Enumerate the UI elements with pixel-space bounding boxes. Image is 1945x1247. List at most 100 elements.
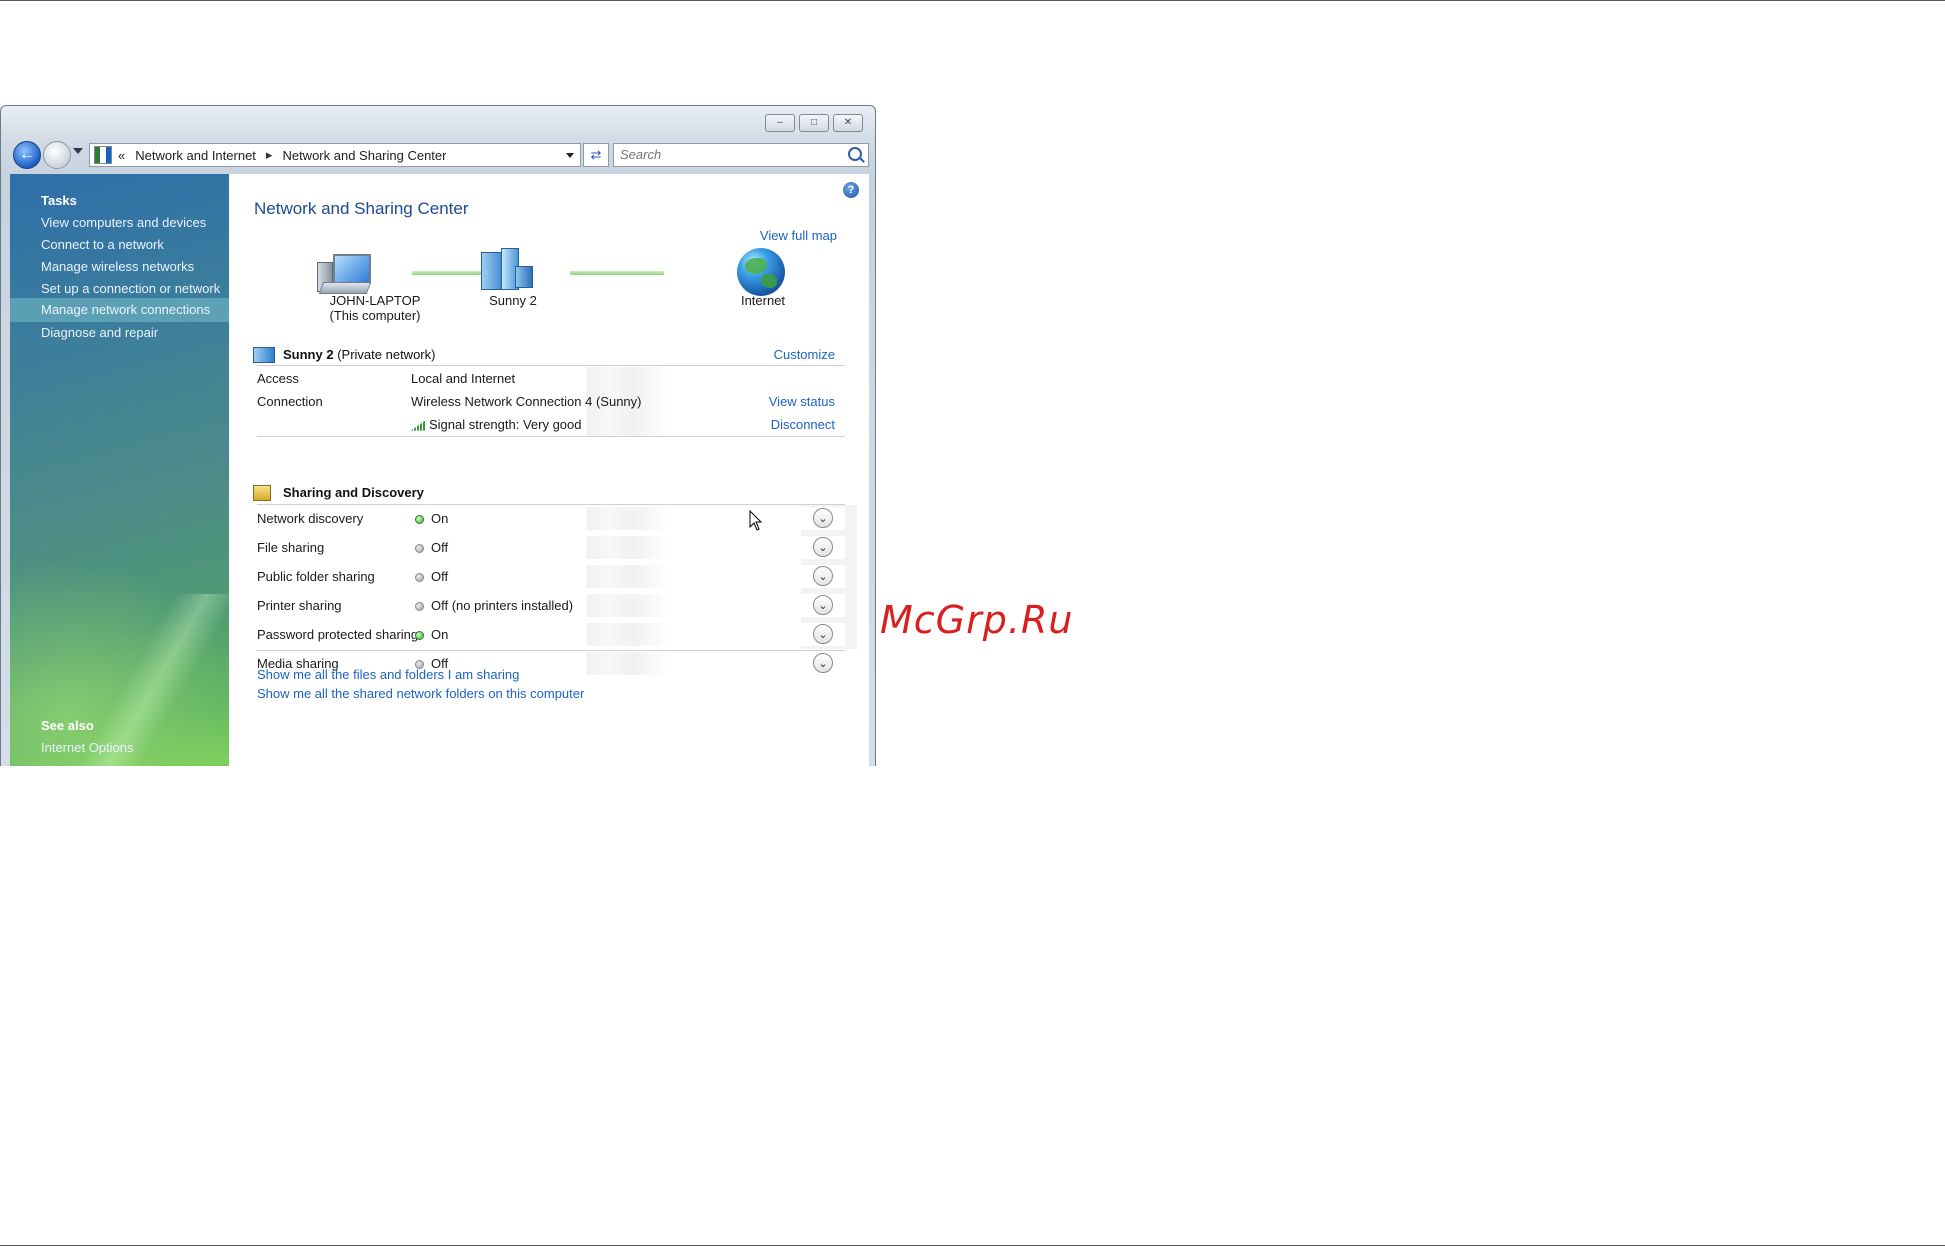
search-input[interactable] <box>614 144 836 164</box>
expand-chevron-icon[interactable]: ⌄ <box>813 566 833 586</box>
help-icon[interactable]: ? <box>843 182 859 198</box>
bottom-rule <box>0 1245 1945 1246</box>
refresh-icon: ⇄ <box>590 147 602 162</box>
divider <box>257 436 845 437</box>
sidebar-item-manage-connections[interactable]: Manage network connections <box>10 298 229 322</box>
computer-name: JOHN-LAPTOP (This computer) <box>315 293 435 323</box>
network-small-icon <box>253 347 275 363</box>
status-dot-icon <box>415 601 424 611</box>
back-arrow-icon: ← <box>19 146 35 163</box>
address-dropdown-icon[interactable] <box>566 152 574 158</box>
sharing-row: File sharing Off ⌄ <box>257 536 845 559</box>
expand-chevron-icon[interactable]: ⌄ <box>813 624 833 644</box>
see-also-heading: See also <box>41 718 94 733</box>
expand-chevron-icon[interactable]: ⌄ <box>813 508 833 528</box>
address-prefix[interactable]: « <box>118 148 125 163</box>
breadcrumb-network-sharing-center[interactable]: Network and Sharing Center <box>282 148 446 163</box>
search-box <box>613 143 869 167</box>
expand-chevron-icon[interactable]: ⌄ <box>813 537 833 557</box>
recent-pages-dropdown-icon[interactable] <box>73 148 83 154</box>
minimize-button[interactable]: – <box>765 114 795 132</box>
connection-row: Connection Wireless Network Connection 4… <box>257 390 845 413</box>
sharing-row-status: Off (no printers installed) <box>411 598 573 613</box>
navigation-bar: ← « Network and Internet ▸ Network and S… <box>11 140 869 169</box>
sharing-row: Password protected sharing On ⌄ <box>257 623 845 646</box>
map-connection-line <box>570 271 664 275</box>
network-section-name: Sunny 2 <box>283 347 334 362</box>
status-dot-icon <box>415 514 424 524</box>
sharing-row-status: Off <box>411 569 448 584</box>
disconnect-link[interactable]: Disconnect <box>771 417 835 432</box>
watermark: McGrp.Ru <box>880 598 1074 642</box>
sharing-section-header: Sharing and Discovery <box>253 483 845 505</box>
sharing-row-status: Off <box>411 540 448 555</box>
signal-value-wrap: Signal strength: Very good <box>411 417 582 432</box>
show-shared-files-link[interactable]: Show me all the files and folders I am s… <box>257 667 519 682</box>
sidebar-item-diagnose-repair[interactable]: Diagnose and repair <box>41 325 158 340</box>
customize-link[interactable]: Customize <box>774 347 835 362</box>
sidebar-item-setup-connection[interactable]: Set up a connection or network <box>41 281 220 296</box>
computer-sub-label: (This computer) <box>329 308 421 323</box>
signal-value: Signal strength: Very good <box>429 417 582 432</box>
address-bar[interactable]: « Network and Internet ▸ Network and Sha… <box>89 143 581 167</box>
divider <box>257 504 845 505</box>
network-section-header: Sunny 2 (Private network) Customize <box>253 345 845 367</box>
internet-globe-icon[interactable] <box>737 248 785 296</box>
access-row: Access Local and Internet <box>257 367 845 390</box>
sharing-row-status: On <box>411 511 448 526</box>
expand-chevron-icon[interactable]: ⌄ <box>813 653 833 673</box>
sharing-row-status: On <box>411 627 448 642</box>
breadcrumb-separator-icon[interactable]: ▸ <box>266 147 273 163</box>
signal-strength-icon <box>411 420 425 431</box>
sharing-row-value: On <box>431 627 449 642</box>
breadcrumb-network-and-internet[interactable]: Network and Internet <box>135 148 256 163</box>
network-section-type: (Private network) <box>337 347 436 362</box>
computer-name-label: JOHN-LAPTOP <box>329 293 421 308</box>
network-sharing-center-window: – □ ✕ ← « Network and Internet ▸ Network… <box>0 105 876 766</box>
view-full-map-link[interactable]: View full map <box>760 228 837 243</box>
sharing-row-value: Off <box>431 540 449 555</box>
window-controls: – □ ✕ <box>765 114 863 132</box>
refresh-button[interactable]: ⇄ <box>583 143 609 167</box>
close-button[interactable]: ✕ <box>833 114 863 132</box>
sharing-section-title: Sharing and Discovery <box>283 485 424 500</box>
sharing-row-label: Public folder sharing <box>257 569 375 584</box>
sharing-row: Printer sharing Off (no printers installe… <box>257 594 845 617</box>
network-name-label: Sunny 2 <box>489 293 537 308</box>
network-icon[interactable] <box>481 248 533 290</box>
expand-chevron-icon[interactable]: ⌄ <box>813 595 833 615</box>
divider <box>257 650 845 651</box>
sidebar-item-view-computers[interactable]: View computers and devices <box>41 215 206 230</box>
computer-icon[interactable] <box>317 254 373 298</box>
show-shared-folders-link[interactable]: Show me all the shared network folders o… <box>257 686 584 701</box>
sidebar-item-internet-options[interactable]: Internet Options <box>41 740 134 755</box>
sidebar-item-manage-wireless[interactable]: Manage wireless networks <box>41 259 194 274</box>
signal-row: Signal strength: Very good Disconnect <box>257 413 845 436</box>
forward-button[interactable] <box>43 141 71 169</box>
sidebar-item-connect-network[interactable]: Connect to a network <box>41 237 164 252</box>
sharing-discovery-icon <box>253 485 271 501</box>
sidebar: Tasks View computers and devices Connect… <box>10 174 229 766</box>
connection-value: Wireless Network Connection 4 (Sunny) <box>411 394 642 409</box>
sharing-row-value: Off <box>431 569 449 584</box>
back-button[interactable]: ← <box>13 141 41 169</box>
view-status-link[interactable]: View status <box>769 394 835 409</box>
sharing-row-value: Off (no printers installed) <box>431 598 574 613</box>
sharing-row-label: Network discovery <box>257 511 364 526</box>
maximize-button[interactable]: □ <box>799 114 829 132</box>
tasks-heading: Tasks <box>41 193 77 208</box>
sharing-row-label: File sharing <box>257 540 325 555</box>
status-dot-icon <box>415 572 424 582</box>
main-content: ? Network and Sharing Center View full m… <box>229 174 869 766</box>
sharing-row-value: On <box>431 511 449 526</box>
divider <box>257 365 845 366</box>
status-dot-icon <box>415 543 424 553</box>
access-label: Access <box>257 371 299 386</box>
connection-label: Connection <box>257 394 323 409</box>
sharing-row-label: Printer sharing <box>257 598 342 613</box>
access-value: Local and Internet <box>411 371 516 386</box>
top-rule <box>0 0 1945 1</box>
status-dot-icon <box>415 630 424 640</box>
control-panel-icon <box>94 146 112 164</box>
search-icon[interactable] <box>848 147 862 161</box>
